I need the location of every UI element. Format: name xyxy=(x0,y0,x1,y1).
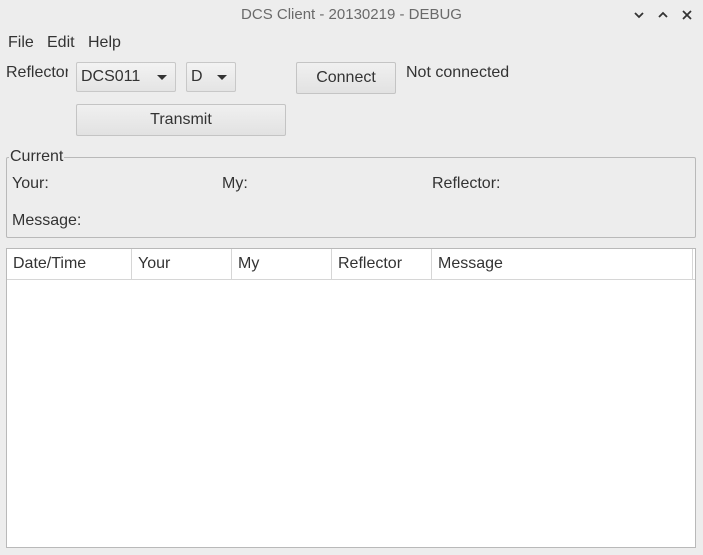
menu-file[interactable]: File xyxy=(8,34,34,52)
current-reflector-label: Reflector: xyxy=(432,175,501,192)
reflector-select[interactable]: DCS011 xyxy=(76,62,176,92)
current-groupbox xyxy=(6,157,696,238)
dropdown-arrow-icon xyxy=(217,75,227,80)
current-message-label: Message: xyxy=(12,212,82,229)
menu-bar: File Edit Help xyxy=(0,30,703,56)
menu-edit[interactable]: Edit xyxy=(47,34,75,52)
connect-button[interactable]: Connect xyxy=(296,62,396,94)
table-body[interactable] xyxy=(7,280,695,547)
chevron-up-icon xyxy=(658,11,668,18)
title-bar[interactable]: DCS Client - 20130219 - DEBUG xyxy=(0,0,703,30)
current-my-label: My: xyxy=(222,175,248,192)
column-header-your[interactable]: Your xyxy=(132,249,232,279)
current-your-label: Your: xyxy=(12,175,49,192)
dropdown-arrow-icon xyxy=(157,75,167,80)
table-header: Date/Time Your My Reflector Message xyxy=(7,249,695,280)
chevron-down-icon xyxy=(634,12,644,19)
column-header-message[interactable]: Message xyxy=(432,249,693,279)
menu-help[interactable]: Help xyxy=(88,34,121,52)
module-select-value: D xyxy=(191,68,203,85)
connection-status: Not connected xyxy=(406,64,510,81)
reflector-label: Reflector: xyxy=(6,64,68,81)
app-window: DCS Client - 20130219 - DEBUG File Edit … xyxy=(0,0,703,555)
reflector-select-value: DCS011 xyxy=(81,68,141,85)
maximize-button[interactable] xyxy=(655,7,671,23)
close-icon xyxy=(682,10,692,20)
module-select[interactable]: D xyxy=(186,62,236,92)
window-title: DCS Client - 20130219 - DEBUG xyxy=(241,6,462,23)
current-group-title: Current xyxy=(9,148,65,166)
column-header-datetime[interactable]: Date/Time xyxy=(7,249,132,279)
close-button[interactable] xyxy=(679,7,695,23)
column-header-my[interactable]: My xyxy=(232,249,332,279)
transmit-button[interactable]: Transmit xyxy=(76,104,286,136)
history-table[interactable]: Date/Time Your My Reflector Message xyxy=(6,248,696,548)
column-header-reflector[interactable]: Reflector xyxy=(332,249,432,279)
minimize-button[interactable] xyxy=(631,7,647,23)
